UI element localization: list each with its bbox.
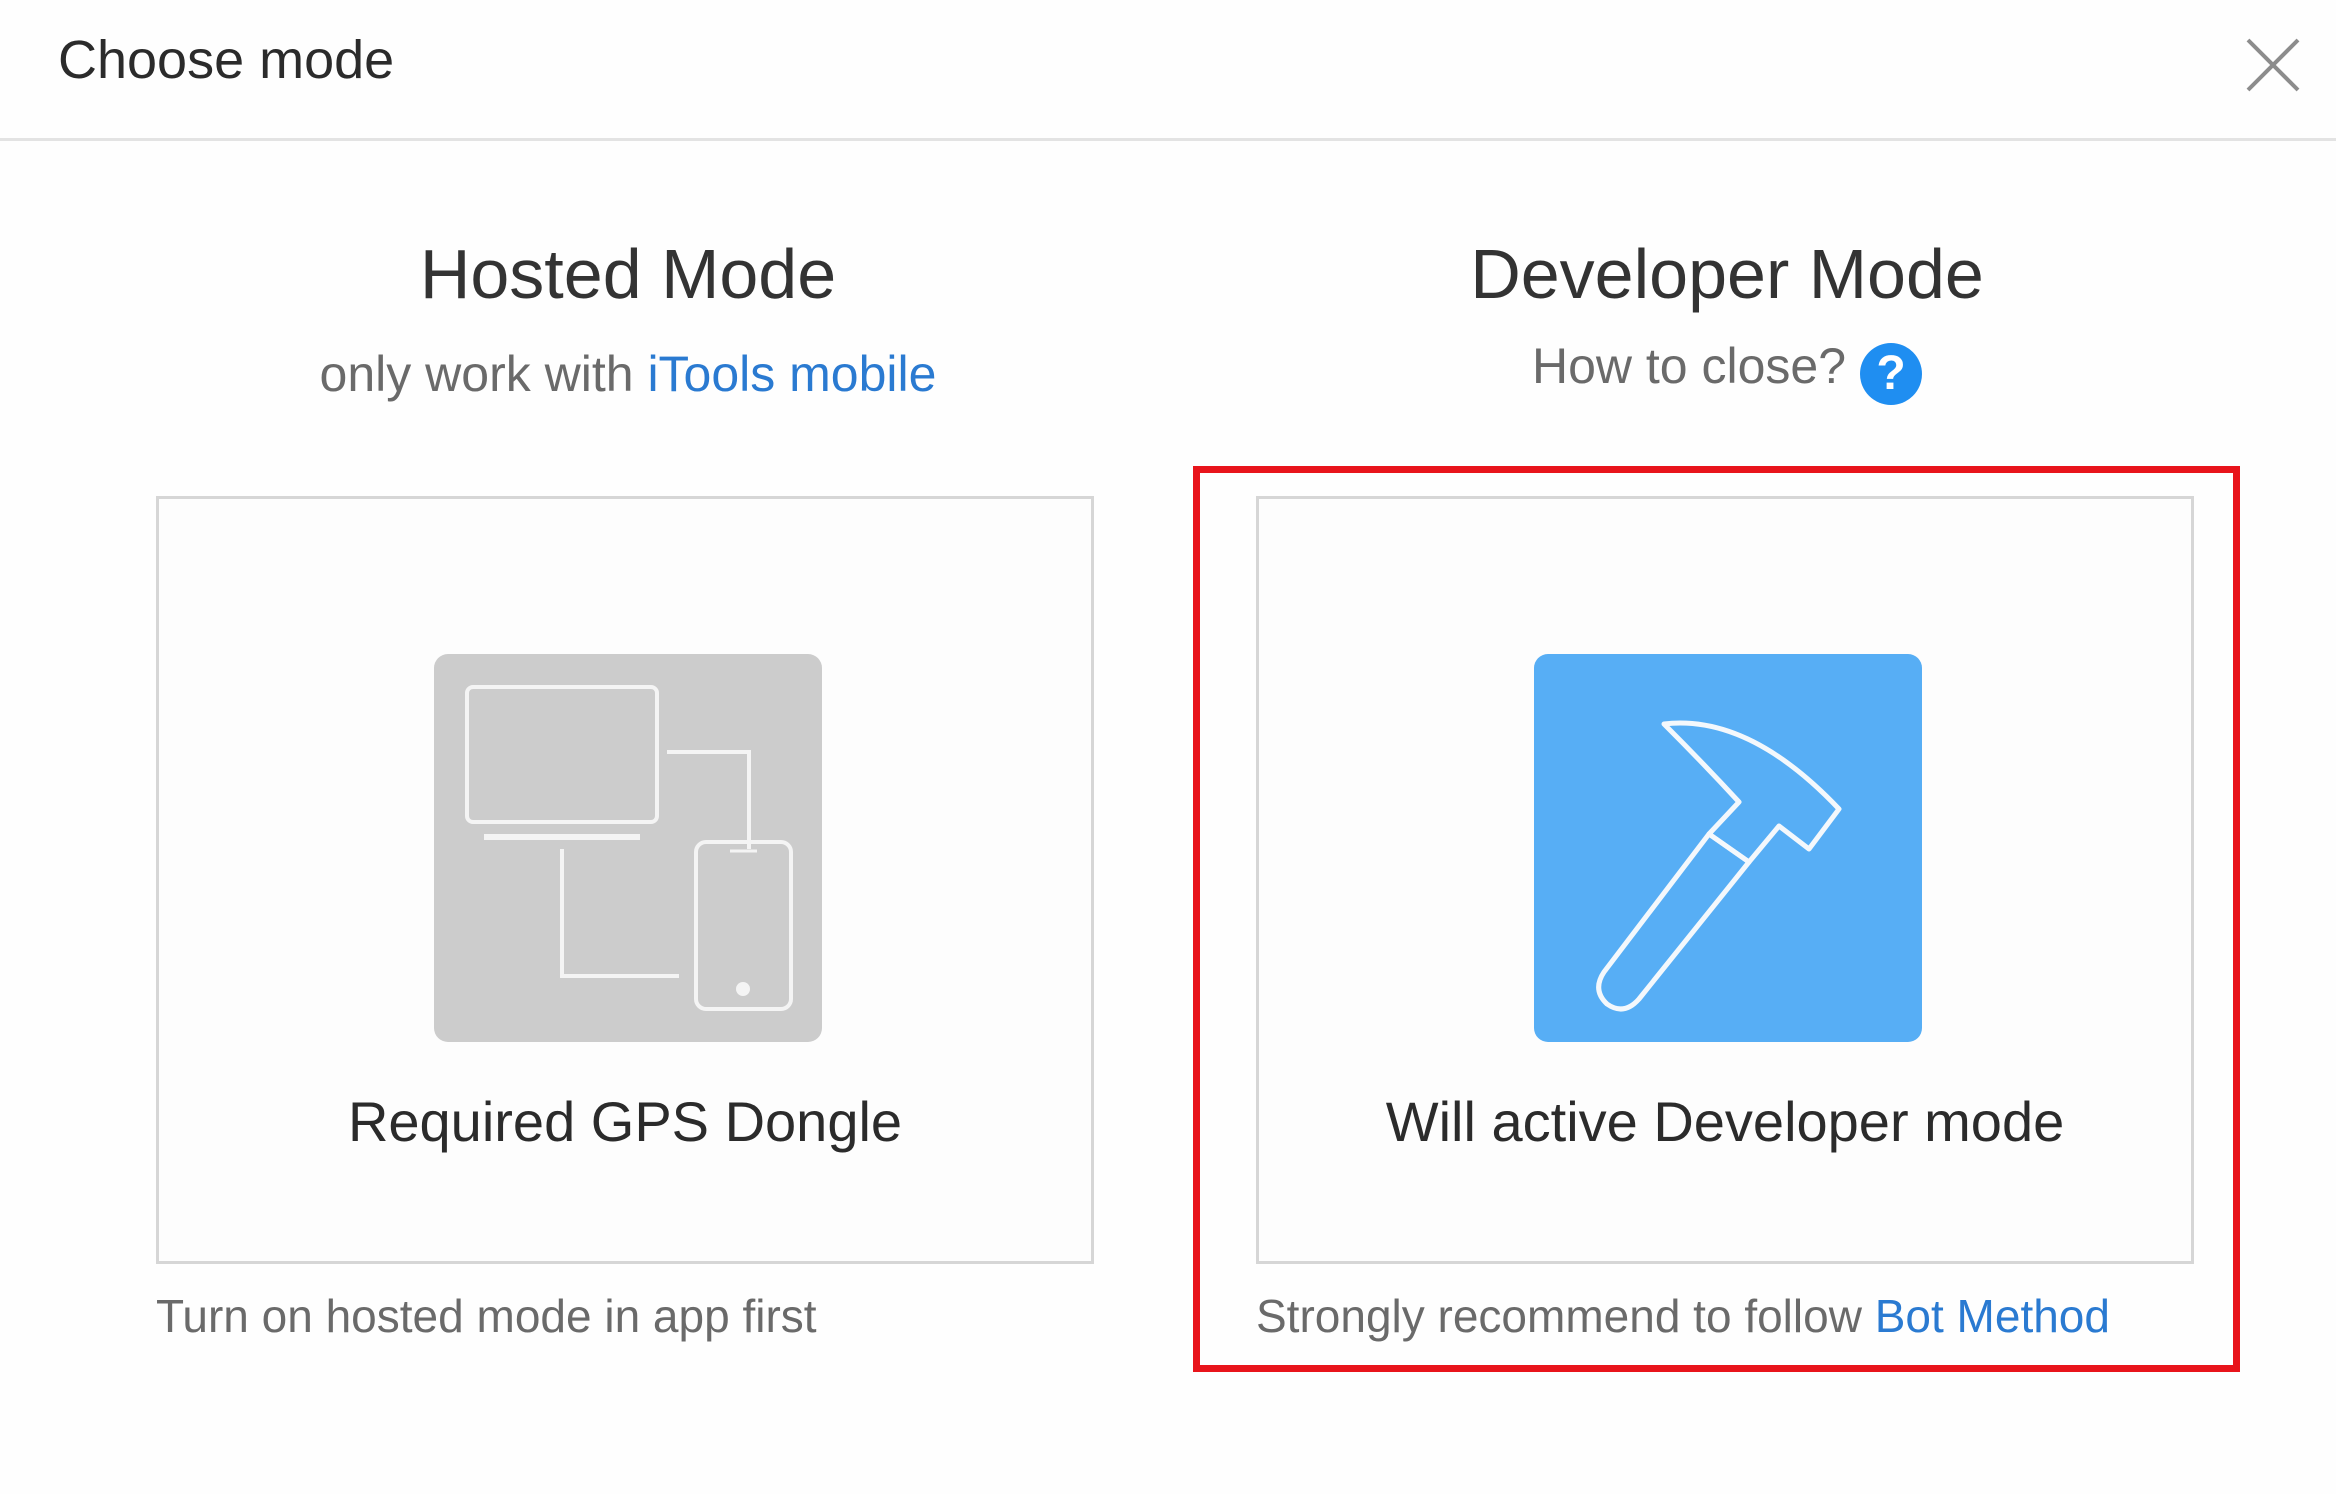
bot-method-link[interactable]: Bot Method bbox=[1875, 1290, 2110, 1342]
dialog-title: Choose mode bbox=[58, 30, 395, 90]
hosted-subtitle-text: only work with bbox=[319, 346, 648, 402]
hosted-card-label: Required GPS Dongle bbox=[347, 1090, 903, 1153]
dialog-header: Choose mode bbox=[0, 0, 2336, 141]
developer-footnote: Strongly recommend to follow Bot Method bbox=[1256, 1288, 2110, 1344]
developer-mode-card[interactable]: Will active Developer mode bbox=[1256, 496, 2194, 1264]
developer-footnote-text: Strongly recommend to follow bbox=[1256, 1290, 1875, 1342]
hosted-mode-card[interactable]: Required GPS Dongle bbox=[156, 496, 1094, 1264]
developer-card-label: Will active Developer mode bbox=[1385, 1090, 2065, 1153]
hosted-footnote: Turn on hosted mode in app first bbox=[156, 1290, 817, 1342]
hosted-mode-title: Hosted Mode bbox=[419, 235, 837, 313]
developer-mode-title: Developer Mode bbox=[1470, 235, 1984, 313]
hammer-icon bbox=[1534, 654, 1922, 1042]
how-to-close-text: How to close? bbox=[1531, 338, 1847, 394]
devices-icon bbox=[434, 654, 822, 1042]
developer-mode-subtitle: How to close?? bbox=[1277, 336, 2177, 405]
hosted-mode-subtitle: only work with iTools mobile bbox=[178, 344, 1078, 404]
help-icon[interactable]: ? bbox=[1860, 343, 1923, 405]
close-icon[interactable] bbox=[2238, 30, 2308, 100]
itools-mobile-link[interactable]: iTools mobile bbox=[647, 346, 936, 402]
